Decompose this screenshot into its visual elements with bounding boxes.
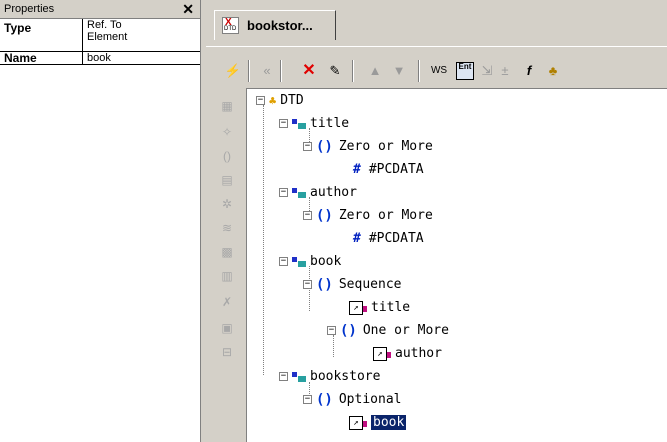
close-icon[interactable]: ✕: [182, 1, 194, 17]
expand-icon[interactable]: ⇲: [478, 62, 496, 80]
entity-icon[interactable]: ≋: [219, 220, 235, 236]
element-ref-icon: ↗: [349, 415, 367, 430]
tree-node-label: Sequence: [338, 277, 402, 292]
property-value-line: Element: [87, 31, 128, 43]
lightning-icon[interactable]: ⚡: [224, 62, 242, 80]
tree-node-label: title: [371, 300, 411, 315]
property-value: Ref. To Element: [83, 19, 127, 51]
group-icon: (): [316, 138, 333, 155]
tree-node-label: #PCDATA: [368, 162, 424, 177]
group-icon: (): [340, 322, 357, 339]
tree-node-label: bookstore: [310, 369, 381, 384]
property-value-line: Ref. To: [87, 19, 122, 31]
collapse-icon[interactable]: −: [279, 119, 288, 128]
tree-node-pcdata[interactable]: # #PCDATA: [353, 229, 424, 248]
collapse-icon[interactable]: −: [279, 188, 288, 197]
property-row-name[interactable]: Name book: [0, 52, 200, 65]
tree-node-label: Zero or More: [338, 208, 433, 223]
collapse-icon[interactable]: −: [327, 326, 336, 335]
element-ref-icon: ↗: [373, 346, 391, 361]
collapse-icon[interactable]: −: [303, 395, 312, 404]
tree-node-optional[interactable]: − () Optional: [303, 390, 401, 409]
tree-node-sequence[interactable]: − () Sequence: [303, 275, 401, 294]
choice-icon[interactable]: ▤: [219, 172, 235, 188]
tree-node-one-or-more[interactable]: − () One or More: [327, 321, 449, 340]
tab-bookstore-dtd[interactable]: X DTD bookstor...: [214, 10, 336, 40]
pcdata-icon: #: [353, 162, 361, 177]
tree-node-label: Zero or More: [338, 139, 433, 154]
tree-node-label: One or More: [362, 323, 449, 338]
sequence-icon[interactable]: ✲: [219, 196, 235, 212]
tree-node-label: #PCDATA: [368, 231, 424, 246]
function-icon[interactable]: f: [520, 62, 538, 80]
hierarchy-icon: ♣: [269, 93, 277, 108]
tree-node-ref-author[interactable]: ↗ author: [373, 344, 442, 363]
tree-node-label: author: [395, 346, 442, 361]
group-icon: (): [316, 207, 333, 224]
pcdata-icon: #: [353, 231, 361, 246]
hierarchy-icon[interactable]: ♣: [544, 62, 562, 80]
tree-node-book[interactable]: − book: [279, 252, 341, 271]
element-icon: [292, 117, 306, 131]
tab-label: bookstor...: [247, 18, 313, 33]
attribute-icon[interactable]: ✧: [219, 124, 235, 140]
element-icon: [292, 186, 306, 200]
properties-panel: Properties ✕ Type Ref. To Element Name b…: [0, 0, 201, 442]
tree-node-pcdata[interactable]: # #PCDATA: [353, 160, 424, 179]
notation-icon[interactable]: ▩: [219, 244, 235, 260]
tree-node-ref-book[interactable]: ↗ book: [349, 413, 407, 432]
whitespace-button[interactable]: WS: [428, 62, 450, 80]
property-key: Type: [0, 19, 83, 51]
arrow-down-small-icon[interactable]: ±: [496, 62, 514, 80]
group-icon[interactable]: (): [219, 148, 235, 164]
tree-node-label: author: [310, 185, 357, 200]
pi-icon[interactable]: ▥: [219, 268, 235, 284]
arrow-up-icon[interactable]: ▲: [366, 62, 384, 80]
document-tab-strip: X DTD bookstor...: [206, 0, 667, 47]
remove-icon[interactable]: ⊟: [219, 344, 235, 360]
collapse-icon[interactable]: −: [279, 257, 288, 266]
tree-node-label: Optional: [338, 392, 402, 407]
delete-x-icon[interactable]: ✕: [300, 62, 318, 80]
dtd-file-icon: X DTD: [222, 17, 239, 34]
element-icon: [292, 255, 306, 269]
collapse-icon[interactable]: −: [279, 372, 288, 381]
tree-node-label: book: [310, 254, 342, 269]
dtd-tree-view: − ♣ DTD − title − () Zero or More # #PCD…: [246, 88, 667, 442]
toolbar: ⚡ « ✕ ✎ ▲ ▼ WS Ent ⇲ ± f ♣: [206, 52, 667, 88]
note-icon[interactable]: ▣: [219, 320, 235, 336]
tree-node-author[interactable]: − author: [279, 183, 357, 202]
tree-node-label: title: [310, 116, 350, 131]
properties-title: Properties: [4, 3, 55, 15]
property-value: book: [87, 52, 111, 64]
arrow-down-icon[interactable]: ▼: [390, 62, 408, 80]
properties-header: Properties ✕: [0, 0, 200, 19]
tree-node-title[interactable]: − title: [279, 114, 349, 133]
tree-node-zero-or-more[interactable]: − () Zero or More: [303, 137, 433, 156]
collapse-icon[interactable]: −: [303, 211, 312, 220]
collapse-icon[interactable]: −: [256, 96, 265, 105]
group-icon: (): [316, 391, 333, 408]
property-row-type[interactable]: Type Ref. To Element: [0, 19, 200, 52]
group-icon: (): [316, 276, 333, 293]
property-key: Name: [0, 52, 83, 64]
comment-icon[interactable]: ✗: [219, 294, 235, 310]
tree-node-label: DTD: [280, 93, 304, 108]
tree-node-zero-or-more[interactable]: − () Zero or More: [303, 206, 433, 225]
tree-node-bookstore[interactable]: − bookstore: [279, 367, 380, 386]
tree-node-label-selected: book: [371, 415, 407, 430]
back-arrow-icon[interactable]: «: [258, 62, 276, 80]
tree-node-dtd[interactable]: − ♣ DTD: [256, 91, 304, 110]
edit-pencil-icon[interactable]: ✎: [326, 62, 344, 80]
entities-button[interactable]: Ent: [456, 62, 474, 80]
collapse-icon[interactable]: −: [303, 142, 312, 151]
element-icon[interactable]: ▦: [219, 98, 235, 114]
element-icon: [292, 370, 306, 384]
node-type-strip: ▦ ✧ () ▤ ✲ ≋ ▩ ▥ ✗ ▣ ⊟: [206, 88, 246, 442]
element-ref-icon: ↗: [349, 300, 367, 315]
tree-node-ref-title[interactable]: ↗ title: [349, 298, 410, 317]
collapse-icon[interactable]: −: [303, 280, 312, 289]
